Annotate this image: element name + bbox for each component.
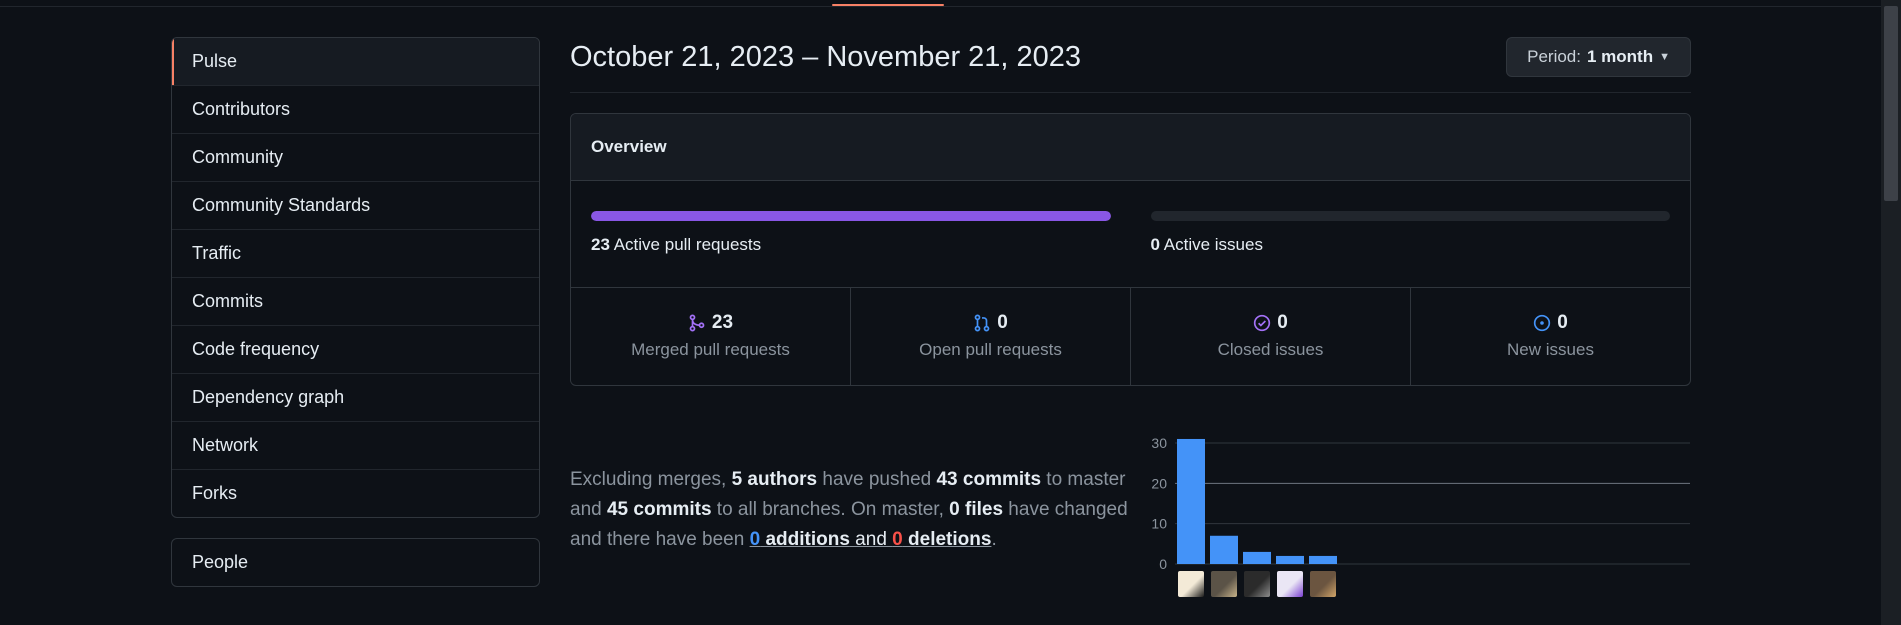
sidebar-item-commits[interactable]: Commits: [172, 277, 539, 325]
sidebar-item-people[interactable]: People: [172, 539, 539, 586]
insights-sidebar: Pulse Contributors Community Community S…: [171, 37, 540, 587]
summary-text: and: [849, 529, 893, 550]
active-prs-track: [591, 211, 1111, 221]
commits-all: 45 commits: [606, 499, 712, 520]
summary-text: have pushed: [817, 469, 937, 490]
active-prs-block[interactable]: 23 Active pull requests: [571, 181, 1131, 287]
y-tick-label: 10: [1151, 516, 1167, 532]
sidebar-item-label: Network: [192, 435, 259, 455]
active-issues-text: Active issues: [1163, 235, 1263, 254]
sidebar-item-label: Pulse: [192, 51, 238, 71]
sidebar-item-network[interactable]: Network: [172, 421, 539, 469]
overview-box: Overview 23 Active pull requests 0 Activ…: [570, 113, 1691, 386]
closed-issues-label: Closed issues: [1217, 340, 1324, 359]
author-avatar[interactable]: [1178, 571, 1204, 597]
summary-text: to all branches. On master,: [711, 499, 950, 520]
author-avatar[interactable]: [1244, 571, 1270, 597]
overview-stats-row: 23 Merged pull requests 0 Open pull requ…: [571, 288, 1690, 385]
top-nav-border: [0, 0, 1901, 7]
sidebar-item-pulse[interactable]: Pulse: [172, 38, 539, 85]
summary-text: .: [991, 529, 997, 550]
new-issues-label: New issues: [1507, 340, 1594, 359]
commits-master: 43 commits: [936, 469, 1042, 490]
page-title: October 21, 2023 – November 21, 2023: [570, 41, 1082, 73]
sidebar-item-label: Traffic: [192, 243, 242, 263]
sidebar-item-dependency-graph[interactable]: Dependency graph: [172, 373, 539, 421]
author-avatar[interactable]: [1310, 571, 1336, 597]
deletions-count: 0: [892, 529, 903, 550]
open-pr-icon: [974, 314, 990, 332]
commit-bar[interactable]: [1243, 551, 1271, 564]
sidebar-item-label: Community: [192, 147, 284, 167]
stat-open-prs[interactable]: 0 Open pull requests: [850, 288, 1130, 385]
merged-prs-label: Merged pull requests: [631, 340, 790, 359]
overview-title: Overview: [571, 114, 1690, 181]
stat-new-issues[interactable]: 0 New issues: [1410, 288, 1690, 385]
sidebar-item-label: Community Standards: [192, 195, 371, 215]
sidebar-item-label: Commits: [192, 291, 263, 311]
commit-summary: Excluding merges, 5 authors have pushed …: [570, 465, 1135, 555]
sidebar-item-label: People: [192, 552, 249, 572]
sidebar-item-forks[interactable]: Forks: [172, 469, 539, 517]
y-tick-label: 0: [1159, 556, 1167, 572]
active-issues-label: 0 Active issues: [1151, 235, 1671, 255]
merged-pr-icon: [689, 314, 705, 332]
period-value: 1 month: [1587, 47, 1654, 66]
closed-issue-icon: [1254, 314, 1271, 332]
closed-issues-count: 0: [1277, 312, 1288, 333]
active-prs-count: 23: [591, 235, 610, 254]
sidebar-item-label: Contributors: [192, 99, 291, 119]
scrollbar[interactable]: [1881, 0, 1901, 625]
summary-text: Excluding merges,: [570, 469, 732, 490]
stat-closed-issues[interactable]: 0 Closed issues: [1130, 288, 1410, 385]
commit-bar[interactable]: [1309, 555, 1337, 564]
active-issues-block[interactable]: 0 Active issues: [1131, 181, 1691, 287]
insights-menu: Pulse Contributors Community Community S…: [171, 37, 540, 518]
active-issues-track: [1150, 211, 1670, 221]
sidebar-item-label: Forks: [192, 483, 237, 503]
active-tab-underline: [832, 4, 944, 6]
additions-word: additions: [760, 529, 850, 550]
files-changed: 0 files: [949, 499, 1004, 520]
period-prefix: Period:: [1527, 47, 1581, 66]
open-prs-count: 0: [997, 312, 1008, 333]
open-issue-icon: [1534, 314, 1551, 332]
active-prs-label: 23 Active pull requests: [591, 235, 1111, 255]
y-tick-label: 20: [1151, 475, 1167, 491]
pulse-main: October 21, 2023 – November 21, 2023 Per…: [570, 37, 1691, 386]
stat-merged-prs[interactable]: 23 Merged pull requests: [571, 288, 850, 385]
additions-count: 0: [749, 529, 761, 550]
commit-bar[interactable]: [1177, 438, 1205, 564]
scrollbar-thumb[interactable]: [1884, 6, 1898, 201]
active-prs-text: Active pull requests: [613, 235, 762, 254]
commits-by-author-chart: 30 20 10 0: [1135, 432, 1695, 602]
caret-down-icon: ▼: [1659, 51, 1670, 63]
author-avatar[interactable]: [1277, 571, 1303, 597]
active-issues-count: 0: [1150, 235, 1160, 254]
y-tick-label: 30: [1151, 435, 1167, 451]
active-prs-bar: [591, 211, 1111, 221]
sidebar-item-contributors[interactable]: Contributors: [172, 85, 539, 133]
deletions-word: deletions: [902, 529, 992, 550]
overview-progress-row: 23 Active pull requests 0 Active issues: [571, 181, 1690, 288]
commit-bar[interactable]: [1210, 535, 1238, 564]
sidebar-item-label: Code frequency: [192, 339, 320, 359]
new-issues-count: 0: [1557, 312, 1568, 333]
commit-bar[interactable]: [1276, 555, 1304, 564]
people-menu: People: [171, 538, 540, 587]
pulse-header: October 21, 2023 – November 21, 2023 Per…: [570, 37, 1691, 93]
period-dropdown-button[interactable]: Period: 1 month ▼: [1506, 37, 1691, 77]
merged-prs-count: 23: [711, 312, 734, 333]
sidebar-item-label: Dependency graph: [192, 387, 345, 407]
author-avatar[interactable]: [1211, 571, 1237, 597]
sidebar-item-community-standards[interactable]: Community Standards: [172, 181, 539, 229]
additions-deletions-link[interactable]: 0 additions and 0 deletions: [750, 529, 992, 550]
sidebar-item-code-frequency[interactable]: Code frequency: [172, 325, 539, 373]
open-prs-label: Open pull requests: [919, 340, 1062, 359]
sidebar-item-community[interactable]: Community: [172, 133, 539, 181]
authors-count: 5 authors: [731, 469, 818, 490]
sidebar-item-traffic[interactable]: Traffic: [172, 229, 539, 277]
